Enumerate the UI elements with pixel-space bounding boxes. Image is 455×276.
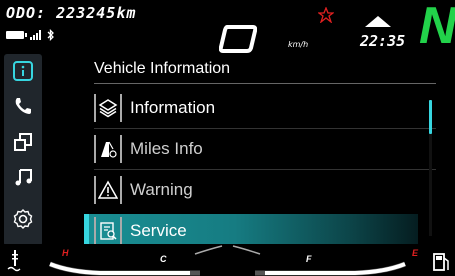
sidebar: [4, 54, 42, 246]
info-icon: [13, 61, 33, 81]
coolant-icon: [7, 250, 21, 272]
speed-display-icon: [219, 25, 257, 53]
gear-indicator: N: [419, 0, 455, 55]
menu-icon-frame: [94, 134, 122, 163]
menu-icon-frame: [94, 175, 122, 204]
menu-item-information[interactable]: Information: [94, 91, 215, 124]
fuel-empty-label: E: [412, 248, 419, 258]
temp-low-label: C: [160, 254, 167, 264]
phone-icon: [15, 98, 31, 114]
menu-label: Miles Info: [130, 138, 203, 158]
signal-icon: [30, 30, 41, 40]
divider: [94, 169, 436, 170]
status-icons: [6, 28, 55, 42]
sidebar-item-settings[interactable]: [11, 207, 35, 231]
scrollbar-thumb[interactable]: [429, 100, 432, 134]
menu-item-service[interactable]: Service: [94, 214, 187, 247]
fuel-pump-icon: [433, 253, 449, 271]
road-icon: [101, 141, 117, 158]
odometer: ODO: 223245km: [6, 4, 136, 22]
clock: 22:35: [360, 32, 406, 50]
menu-label: Information: [130, 97, 216, 117]
menu-label: Warning: [130, 179, 193, 199]
menu-item-warning[interactable]: Warning: [94, 173, 193, 206]
odometer-value: 223245km: [56, 4, 137, 22]
music-icon: [15, 169, 32, 186]
screen-mirror-icon: [14, 133, 32, 151]
menu-icon-frame: [94, 216, 122, 245]
status-bar: ODO: 223245km km/h 22:35 N: [0, 0, 455, 56]
warning-icon: [98, 179, 118, 199]
engine-warning-icon: [318, 7, 334, 23]
sidebar-item-screen-mirror[interactable]: [11, 130, 35, 154]
gauge-bar: H C F E: [0, 244, 455, 276]
selection-accent: [84, 214, 89, 246]
title-divider: [94, 83, 436, 84]
menu-label: Service: [130, 220, 187, 240]
service-icon: [100, 221, 117, 240]
main-panel: Vehicle Information Information Miles In…: [44, 54, 440, 246]
settings-icon: [13, 209, 33, 229]
sidebar-item-phone[interactable]: [11, 94, 35, 118]
layers-icon: [98, 98, 118, 117]
odometer-label: ODO:: [6, 4, 47, 22]
up-arrow-icon: [365, 16, 391, 27]
speed-unit: km/h: [288, 40, 309, 49]
menu-item-miles-info[interactable]: Miles Info: [94, 132, 203, 165]
sidebar-item-info[interactable]: [11, 59, 35, 83]
page-title: Vehicle Information: [94, 60, 231, 77]
battery-icon: [6, 31, 27, 39]
sidebar-item-music[interactable]: [11, 165, 35, 189]
temp-high-label: H: [62, 248, 69, 258]
divider: [94, 128, 436, 129]
bluetooth-icon: [47, 29, 54, 41]
menu-icon-frame: [94, 93, 122, 122]
fuel-full-label: F: [306, 254, 312, 264]
